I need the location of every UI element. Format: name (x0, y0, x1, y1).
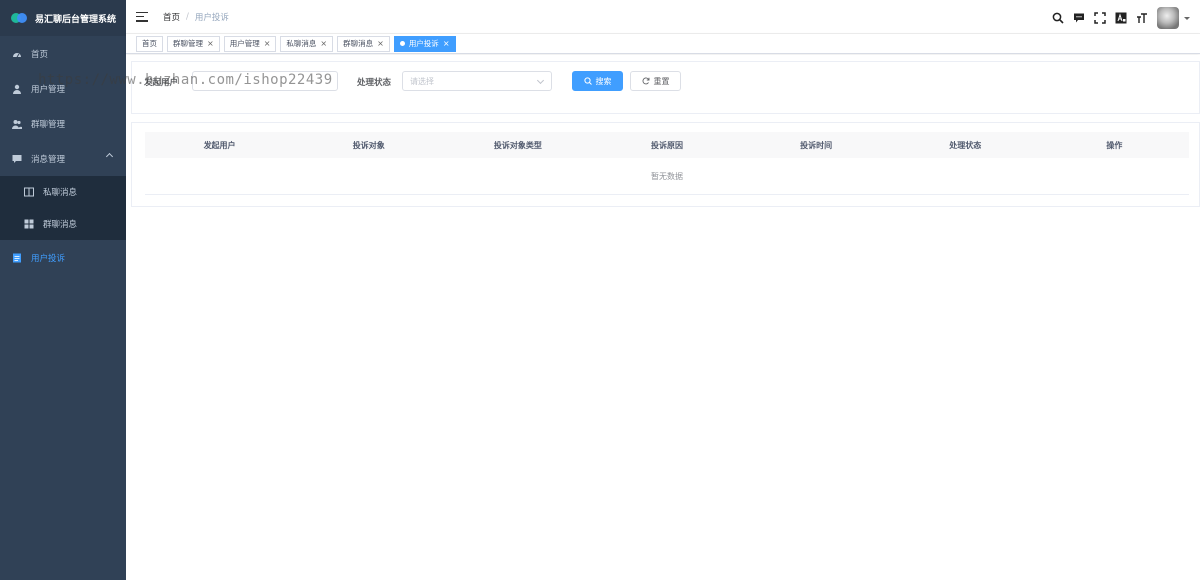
sidebar-item-label: 首页 (31, 49, 49, 60)
document-icon (12, 253, 22, 263)
tag-label: 私聊消息 (286, 39, 317, 48)
search-icon (583, 77, 592, 85)
chat-icon[interactable] (1073, 12, 1085, 24)
sidebar-item-label: 用户管理 (31, 84, 66, 95)
chevron-up-icon (105, 152, 114, 161)
search-button-label: 搜索 (595, 76, 612, 86)
book-icon (24, 187, 34, 197)
avatar[interactable] (1157, 7, 1179, 29)
tag-user-complaints[interactable]: 用户投诉 × (393, 35, 456, 52)
sidebar-item-label: 群聊管理 (31, 119, 66, 130)
message-icon (12, 154, 22, 164)
tag-private-messages[interactable]: 私聊消息 × (280, 35, 334, 52)
sidebar-item-users[interactable]: 用户管理 (0, 71, 126, 106)
close-icon[interactable]: × (320, 39, 327, 48)
status-select[interactable]: 请选择 (402, 71, 552, 91)
sidebar: 易汇聊后台管理系统 首页 用户管理 群聊管理 消息管理 私聊消息 群聊消息 用户… (0, 0, 126, 580)
reset-button-label: 重置 (653, 76, 670, 86)
complaints-table: 发起用户 投诉对象 投诉对象类型 投诉原因 投诉时间 处理状态 操作 暂无数据 (145, 132, 1189, 195)
initiator-input[interactable] (192, 71, 338, 91)
sidebar-item-home[interactable]: 首页 (0, 36, 126, 71)
column-header-status: 处理状态 (949, 140, 982, 150)
logo-icon (11, 13, 27, 23)
user-icon (12, 84, 22, 94)
breadcrumb-current: 用户投诉 (194, 12, 229, 23)
submenu-messages: 私聊消息 群聊消息 (0, 176, 126, 240)
sidebar-item-label: 群聊消息 (43, 220, 78, 230)
search-icon[interactable] (1052, 12, 1064, 24)
status-label: 处理状态 (357, 78, 392, 88)
top-navbar: 首页 / 用户投诉 (126, 0, 1200, 34)
dashboard-icon (12, 49, 22, 59)
chevron-down-icon (536, 76, 545, 85)
refresh-icon (642, 77, 649, 85)
sidebar-item-messages[interactable]: 消息管理 (0, 141, 126, 176)
caret-down-icon[interactable] (1184, 16, 1190, 20)
status-placeholder: 请选择 (410, 76, 434, 86)
group-icon (12, 119, 22, 129)
tag-label: 首页 (142, 39, 157, 48)
sidebar-item-private-messages[interactable]: 私聊消息 (0, 176, 126, 208)
tag-label: 用户管理 (229, 39, 260, 48)
breadcrumb-home[interactable]: 首页 (163, 11, 180, 23)
breadcrumb-separator: / (186, 11, 189, 22)
column-header-actions: 操作 (1106, 140, 1123, 150)
close-icon[interactable]: × (207, 39, 214, 48)
initiator-label: 发起用户 (144, 78, 179, 88)
column-header-target-type: 投诉对象类型 (493, 140, 542, 150)
search-button[interactable]: 搜索 (572, 71, 623, 91)
sidebar-item-label: 消息管理 (31, 154, 66, 165)
close-icon[interactable]: × (264, 39, 271, 48)
column-header-initiator: 发起用户 (203, 140, 236, 150)
language-icon[interactable] (1115, 12, 1127, 24)
tag-group-messages[interactable]: 群聊消息 × (337, 35, 390, 52)
column-header-target: 投诉对象 (352, 140, 385, 150)
search-form: 发起用户 处理状态 请选择 搜索 重置 (131, 61, 1200, 114)
header-actions (1052, 7, 1190, 29)
app-logo[interactable]: 易汇聊后台管理系统 (0, 0, 126, 36)
tag-home[interactable]: 首页 (136, 35, 163, 52)
font-size-icon[interactable] (1136, 12, 1148, 24)
hamburger-icon[interactable] (136, 11, 148, 22)
reset-button[interactable]: 重置 (630, 71, 681, 91)
main-content: 发起用户 处理状态 请选择 搜索 重置 发起用户 投诉对象 投诉对象类型 投诉原… (126, 55, 1200, 580)
table-header: 发起用户 投诉对象 投诉对象类型 投诉原因 投诉时间 处理状态 操作 (145, 132, 1189, 158)
close-icon[interactable]: × (377, 39, 384, 48)
column-header-time: 投诉时间 (800, 140, 833, 150)
breadcrumb: 首页 / 用户投诉 (163, 11, 229, 23)
tag-group-management[interactable]: 群聊管理 × (167, 35, 220, 52)
app-title: 易汇聊后台管理系统 (35, 14, 117, 25)
fullscreen-icon[interactable] (1094, 12, 1106, 24)
grid-icon (24, 219, 34, 229)
column-header-reason: 投诉原因 (650, 140, 683, 150)
tags-view: 首页 群聊管理 × 用户管理 × 私聊消息 × 群聊消息 × 用户投诉 × (126, 34, 1200, 54)
sidebar-item-complaints[interactable]: 用户投诉 (0, 240, 126, 275)
tag-label: 用户投诉 (408, 39, 439, 48)
close-icon[interactable]: × (443, 39, 450, 48)
table-empty-text: 暂无数据 (145, 158, 1189, 195)
sidebar-item-label: 用户投诉 (31, 253, 66, 264)
active-dot-icon (399, 41, 405, 46)
tag-label: 群聊消息 (343, 39, 374, 48)
tag-label: 群聊管理 (173, 39, 203, 48)
sidebar-item-group-messages[interactable]: 群聊消息 (0, 208, 126, 240)
tag-user-management[interactable]: 用户管理 × (223, 35, 277, 52)
complaints-table-card: 发起用户 投诉对象 投诉对象类型 投诉原因 投诉时间 处理状态 操作 暂无数据 (131, 122, 1200, 207)
sidebar-item-groups[interactable]: 群聊管理 (0, 106, 126, 141)
sidebar-item-label: 私聊消息 (43, 188, 78, 198)
